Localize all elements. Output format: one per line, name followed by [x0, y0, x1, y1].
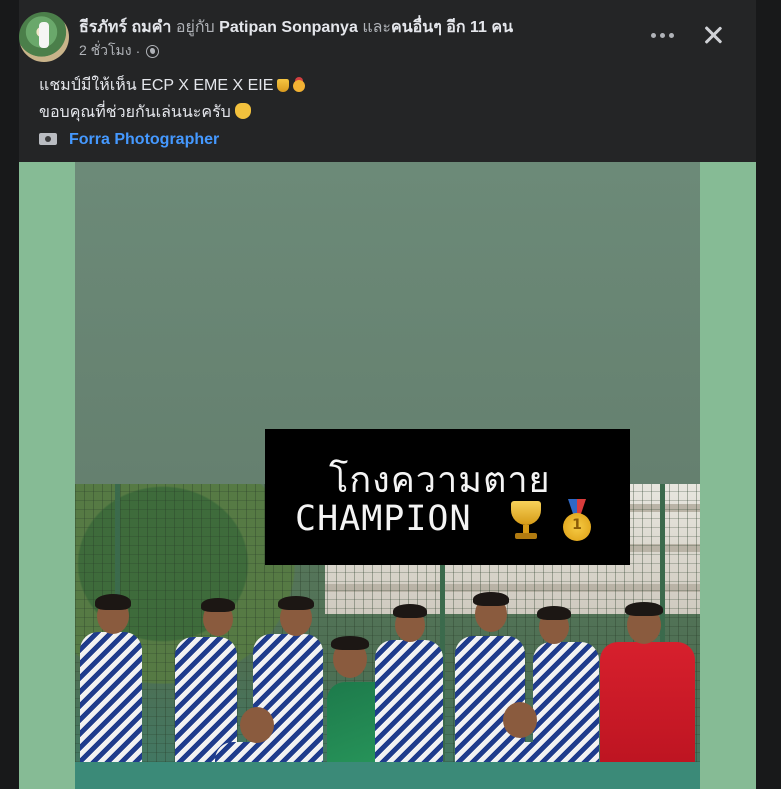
medal-number: 1: [572, 517, 582, 533]
camera-icon: [39, 133, 57, 145]
tagged-person[interactable]: Patipan Sonpanya: [219, 19, 358, 36]
player: [375, 640, 443, 770]
caption-line-2: ขอบคุณที่ช่วยกันเล่นนะครับ: [39, 99, 719, 126]
post-meta: 2 ชั่วโมง ·: [79, 40, 160, 62]
player-hair: [625, 602, 663, 616]
caption-text-2: ขอบคุณที่ช่วยกันเล่นนะครับ: [39, 104, 231, 121]
post-title-line: ธีรภัทร์ ถมคำ อยู่กับ Patipan Sonpanya แ…: [79, 15, 513, 40]
player-hair: [201, 598, 235, 612]
and-word: และ: [362, 19, 392, 36]
player-hair: [393, 604, 427, 618]
caption-text-1: แชมป์มีให้เห็น ECP X EME X EIE: [39, 77, 274, 94]
gold-medal-icon: [293, 80, 306, 92]
team-photo[interactable]: โกงความตาย CHAMPION 1: [75, 162, 700, 789]
post-media[interactable]: โกงความตาย CHAMPION 1: [19, 162, 756, 789]
player-hair: [95, 594, 131, 610]
globe-icon[interactable]: [146, 44, 160, 58]
avatar-figure: [39, 22, 49, 48]
more-dot: [668, 32, 674, 38]
folded-hands-icon: [234, 103, 251, 119]
player-hair: [473, 592, 509, 606]
gold-medal-icon: 1: [560, 499, 594, 543]
more-dot: [659, 32, 665, 38]
author-avatar[interactable]: [19, 12, 69, 62]
meta-separator: ·: [135, 43, 141, 59]
players-group: [75, 592, 700, 789]
more-options-button[interactable]: [644, 20, 680, 50]
author-name[interactable]: ธีรภัทร์ ถมคำ: [79, 19, 171, 36]
caption-line-3: Forra Photographer: [39, 126, 719, 153]
more-horizontal-icon: [650, 32, 656, 38]
post-caption: แชมป์มีให้เห็น ECP X EME X EIE ขอบคุณที่…: [39, 72, 719, 153]
photo-turf: [75, 762, 700, 789]
player-hair: [331, 636, 369, 650]
post-header: ธีรภัทร์ ถมคำ อยู่กับ Patipan Sonpanya แ…: [19, 12, 719, 64]
with-prefix: อยู่กับ: [175, 19, 215, 36]
others-link[interactable]: คนอื่นๆ อีก 11 คน: [391, 19, 513, 36]
banner-champion-text: CHAMPION: [295, 499, 472, 539]
player-hair: [537, 606, 571, 620]
player-head: [240, 707, 274, 743]
close-button[interactable]: [696, 18, 730, 52]
champion-banner: โกงความตาย CHAMPION 1: [265, 429, 630, 565]
player: [80, 632, 142, 772]
post-time[interactable]: 2 ชั่วโมง: [79, 40, 132, 62]
player-hair: [278, 596, 314, 610]
player-head: [503, 702, 537, 738]
trophy-icon: [277, 79, 290, 92]
caption-line-1: แชมป์มีให้เห็น ECP X EME X EIE: [39, 72, 719, 99]
photographer-link[interactable]: Forra Photographer: [69, 131, 219, 148]
trophy-icon: [505, 499, 547, 541]
